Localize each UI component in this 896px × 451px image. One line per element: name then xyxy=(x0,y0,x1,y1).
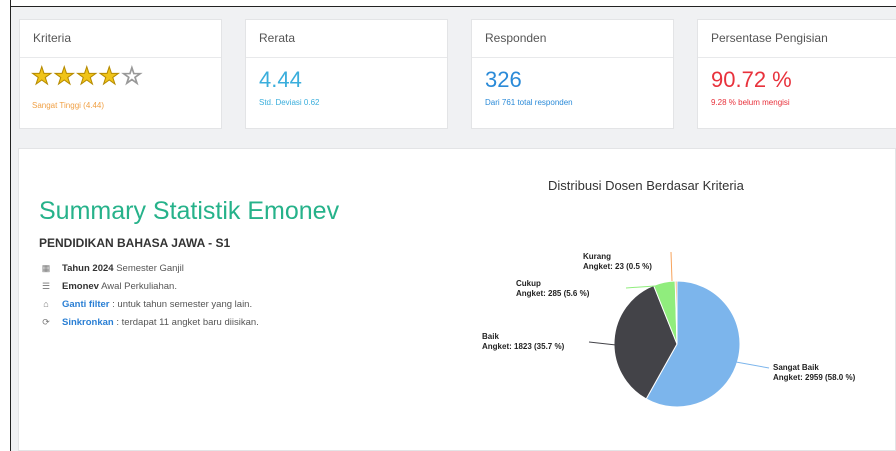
info-filter-text: : untuk tahun semester yang lain. xyxy=(109,299,253,310)
sync-icon: ⟳ xyxy=(42,317,50,327)
rating-text: Sangat Tinggi (4.44) xyxy=(32,101,105,110)
info-emonev-text: Awal Perkuliahan. xyxy=(98,281,177,292)
chart-title: Distribusi Dosen Berdasar Kriteria xyxy=(548,178,744,193)
page-title: Summary Statistik Emonev xyxy=(39,197,340,225)
info-filter: ⌂ Ganti filter : untuk tahun semester yan… xyxy=(39,299,252,310)
info-emonev: ☰ Emonev Awal Perkuliahan. xyxy=(39,281,177,292)
list-icon: ☰ xyxy=(41,281,51,291)
rerata-value: 4.44 xyxy=(259,67,302,92)
change-filter-link[interactable]: Ganti filter xyxy=(62,299,110,310)
info-emonev-bold: Emonev xyxy=(62,281,99,292)
persentase-sub: 9.28 % belum mengisi xyxy=(711,98,790,107)
info-year-bold: Tahun 2024 xyxy=(62,263,114,274)
rerata-header: Rerata xyxy=(246,20,447,58)
info-sync: ⟳ Sinkronkan : terdapat 11 angket baru di… xyxy=(39,317,259,328)
persentase-value: 90.72 % xyxy=(711,67,792,92)
persentase-card: Persentase Pengisian 90.72 % 9.28 % belu… xyxy=(697,19,896,129)
filter-icon: ⌂ xyxy=(43,299,49,309)
info-year: ▦ Tahun 2024 Semester Ganjil xyxy=(39,263,184,274)
window-frame-top xyxy=(0,0,896,7)
info-sync-text: : terdapat 11 angket baru diisikan. xyxy=(113,317,259,328)
program-subtitle: PENDIDIKAN BAHASA JAWA - S1 xyxy=(39,236,231,250)
rerata-card: Rerata 4.44 Std. Deviasi 0.62 xyxy=(245,19,448,129)
responden-sub: Dari 761 total responden xyxy=(485,98,573,107)
rerata-sub: Std. Deviasi 0.62 xyxy=(259,98,320,107)
responden-card: Responden 326 Dari 761 total responden xyxy=(471,19,674,129)
calendar-icon: ▦ xyxy=(41,263,51,273)
sync-link[interactable]: Sinkronkan xyxy=(62,317,114,328)
responden-value: 326 xyxy=(485,67,522,92)
responden-header: Responden xyxy=(472,20,673,58)
window-frame-left xyxy=(0,0,11,451)
kriteria-card-overlay: Sangat Tinggi (4.44) xyxy=(19,19,222,129)
persentase-header: Persentase Pengisian xyxy=(698,20,896,58)
info-year-text: Semester Ganjil xyxy=(113,263,184,274)
